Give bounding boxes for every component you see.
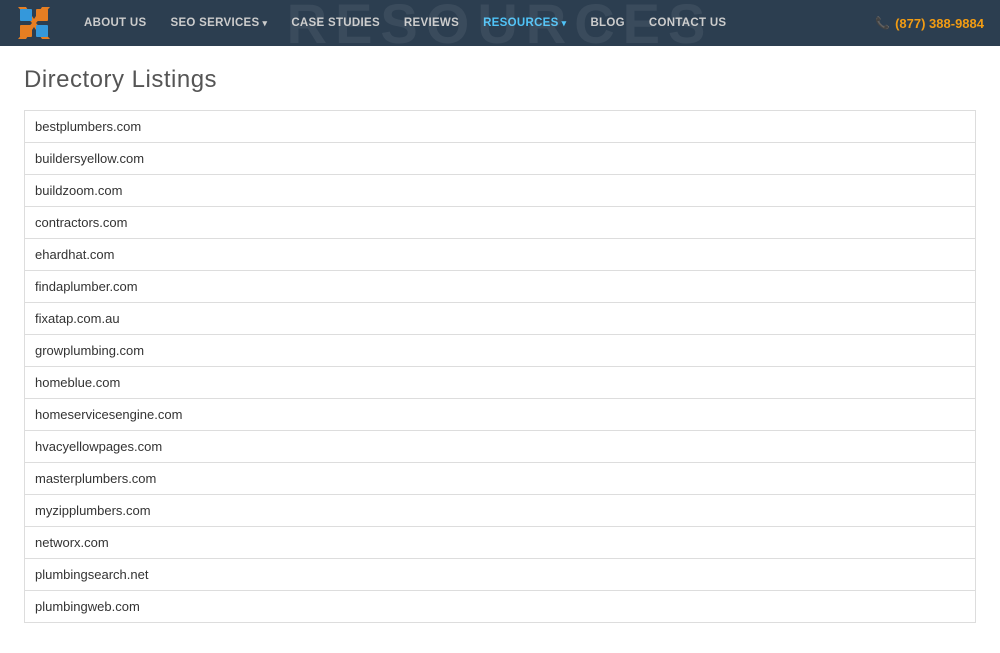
list-item[interactable]: plumbingsearch.net [25,559,976,591]
list-item[interactable]: masterplumbers.com [25,463,976,495]
list-item[interactable]: fixatap.com.au [25,303,976,335]
nav-item-reviews[interactable]: REVIEWS [392,0,471,46]
page-title: Directory Listings [24,66,976,94]
nav-links: ABOUT US SEO SERVICES ▾ CASE STUDIES REV… [72,0,875,46]
nav-item-resources[interactable]: RESOURCES ▾ [471,0,578,46]
seo-dropdown-icon: ▾ [263,18,268,29]
phone-number[interactable]: 📞 (877) 388-9884 [875,16,984,31]
list-item[interactable]: buildzoom.com [25,175,976,207]
list-item[interactable]: myzipplumbers.com [25,495,976,527]
nav-item-case[interactable]: CASE STUDIES [279,0,392,46]
nav-item-blog[interactable]: BLOG [578,0,636,46]
list-item[interactable]: contractors.com [25,207,976,239]
logo[interactable] [16,5,52,41]
list-item[interactable]: homeservicesengine.com [25,399,976,431]
list-item[interactable]: buildersyellow.com [25,143,976,175]
list-item[interactable]: networx.com [25,527,976,559]
list-item[interactable]: findaplumber.com [25,271,976,303]
resources-dropdown-icon: ▾ [562,18,567,29]
list-item[interactable]: hvacyellowpages.com [25,431,976,463]
list-item[interactable]: ehardhat.com [25,239,976,271]
phone-icon: 📞 [875,16,890,30]
list-item[interactable]: homeblue.com [25,367,976,399]
nav-item-contact[interactable]: CONTACT US [637,0,739,46]
main-nav: Resources ABOUT US SEO SERVICES ▾ CASE S… [0,0,1000,46]
nav-item-about[interactable]: ABOUT US [72,0,158,46]
list-item[interactable]: plumbingweb.com [25,591,976,623]
list-item[interactable]: bestplumbers.com [25,111,976,143]
list-item[interactable]: growplumbing.com [25,335,976,367]
main-content: Directory Listings bestplumbers.combuild… [0,46,1000,653]
directory-table: bestplumbers.combuildersyellow.combuildz… [24,110,976,623]
nav-item-seo[interactable]: SEO SERVICES ▾ [158,0,279,46]
